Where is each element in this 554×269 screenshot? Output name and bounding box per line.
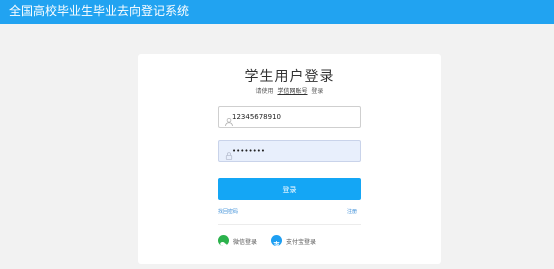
- subtitle-suffix: 登录: [311, 88, 324, 95]
- login-button[interactable]: 登录: [218, 178, 361, 200]
- alipay-login-label: 支付宝登录: [286, 239, 317, 246]
- password-input[interactable]: [232, 141, 357, 161]
- app-title: 全国高校毕业生毕业去向登记系统: [9, 4, 190, 18]
- top-bar: 全国高校毕业生毕业去向登记系统: [0, 0, 554, 24]
- wechat-icon: [218, 235, 229, 247]
- password-field[interactable]: [218, 140, 361, 162]
- login-subtitle: 请使用 学信网账号 登录: [138, 86, 441, 95]
- register-link[interactable]: 注册: [347, 208, 357, 215]
- divider: [218, 224, 361, 225]
- alipay-icon: [271, 235, 282, 249]
- chsi-account-link[interactable]: 学信网账号: [277, 88, 307, 95]
- login-title: 学生用户登录: [244, 69, 335, 85]
- wechat-login-label: 微信登录: [233, 239, 258, 246]
- forgot-password-link[interactable]: 找回密码: [218, 208, 238, 215]
- login-card: 学生用户登录 请使用 学信网账号 登录 登录 找回密码 注册: [138, 54, 441, 264]
- username-input[interactable]: [232, 107, 357, 127]
- username-field[interactable]: [218, 106, 361, 128]
- subtitle-prefix: 请使用: [255, 88, 274, 95]
